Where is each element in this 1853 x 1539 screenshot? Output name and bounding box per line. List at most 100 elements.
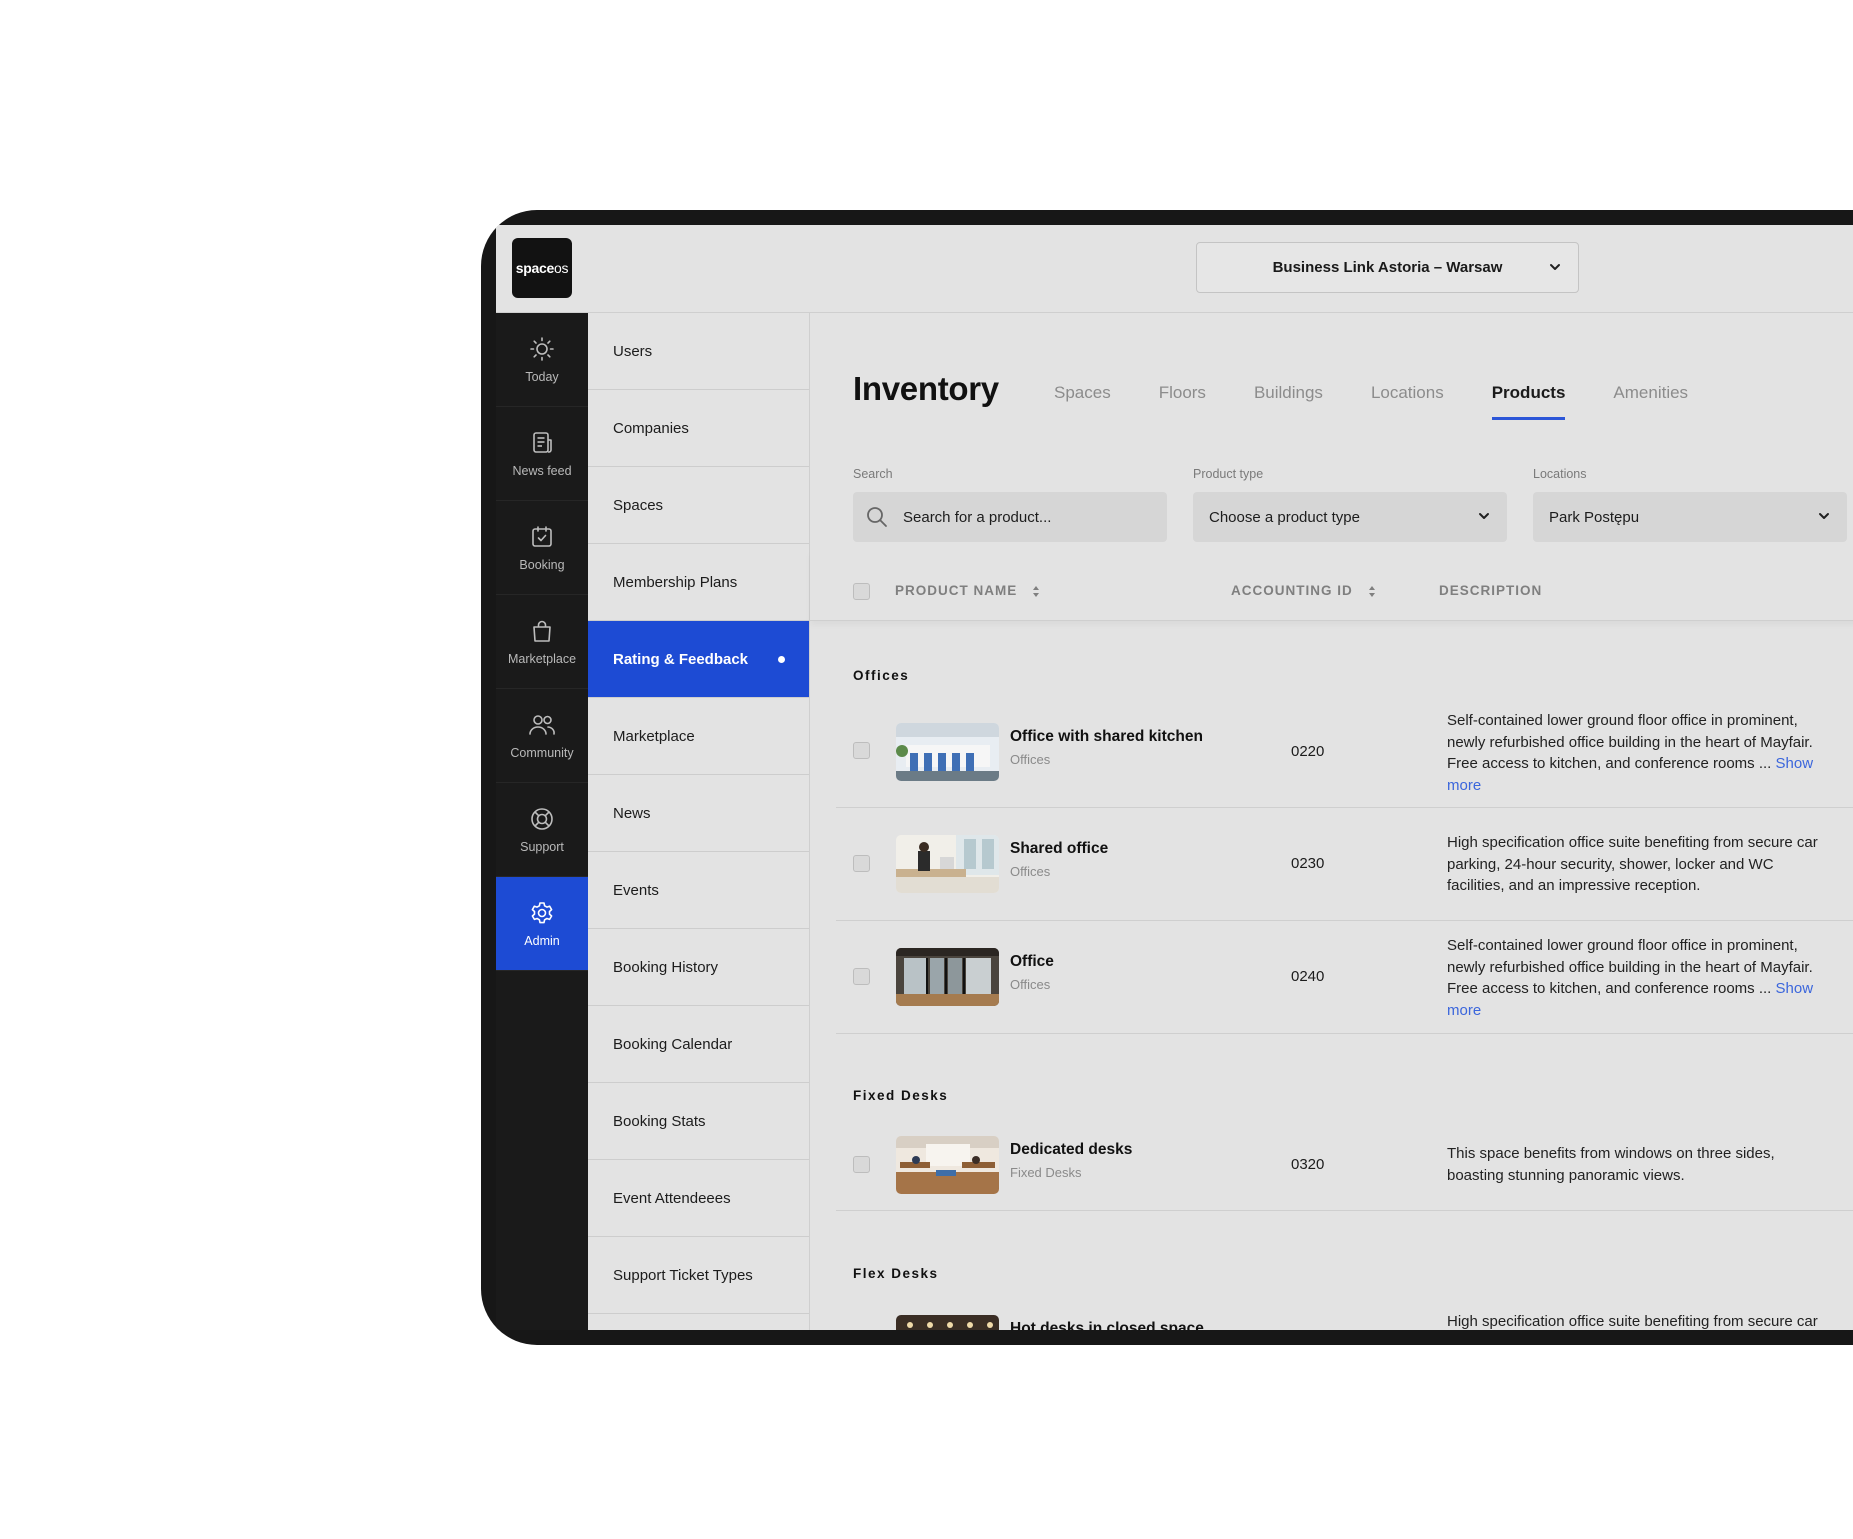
product-thumbnail <box>896 1315 999 1330</box>
sort-icon <box>1368 585 1375 597</box>
product-description: High specification office suite benefiti… <box>1447 1311 1832 1330</box>
subnav-item-booking-calendar[interactable]: Booking Calendar <box>588 1006 809 1083</box>
users-icon <box>529 714 555 735</box>
subnav-item-label: Event Attendeees <box>613 1189 731 1207</box>
tab-locations[interactable]: Locations <box>1371 383 1444 420</box>
table-header: PRODUCT NAME ACCOUNTING ID DESCRIPTION <box>810 551 1853 621</box>
search-input[interactable]: Search for a product... <box>853 492 1167 542</box>
product-name[interactable]: Office <box>1010 953 1054 971</box>
rail-item-support[interactable]: Support <box>496 783 588 877</box>
subnav-item-support-ticket-types[interactable]: Support Ticket Types <box>588 1237 809 1314</box>
subnav-item-companies[interactable]: Companies <box>588 390 809 467</box>
description-text: High specification office suite benefiti… <box>1447 1313 1818 1330</box>
sun-icon <box>530 336 554 361</box>
icon-rail: Today News feed Booking Marketplace Comm… <box>496 313 588 1330</box>
sort-icon <box>1033 585 1040 597</box>
subnav-item-users[interactable]: Users <box>588 313 809 390</box>
product-name[interactable]: Shared office <box>1010 840 1108 858</box>
product-category: Offices <box>1010 752 1051 767</box>
tab-buildings[interactable]: Buildings <box>1254 383 1323 420</box>
product-description: Self-contained lower ground floor office… <box>1447 710 1832 796</box>
row-checkbox[interactable] <box>853 968 870 985</box>
row-checkbox[interactable] <box>853 855 870 872</box>
product-thumbnail <box>896 948 999 1006</box>
tab-spaces[interactable]: Spaces <box>1054 383 1111 420</box>
inventory-tabs: Spaces Floors Buildings Locations Produc… <box>1054 383 1736 420</box>
subnav-item-news[interactable]: News <box>588 775 809 852</box>
locations-label: Locations <box>1533 467 1587 481</box>
rail-item-admin[interactable]: Admin <box>496 877 588 971</box>
subnav-item-marketplace[interactable]: Marketplace <box>588 698 809 775</box>
rail-item-marketplace[interactable]: Marketplace <box>496 595 588 689</box>
subnav-item-label: Support Ticket Types <box>613 1266 753 1284</box>
product-name[interactable]: Hot desks in closed space <box>1010 1320 1204 1330</box>
subnav-item-label: Marketplace <box>613 727 695 745</box>
chevron-down-icon <box>1550 264 1560 270</box>
table-row[interactable]: Office with shared kitchen Offices 0220 … <box>836 695 1853 808</box>
tab-amenities[interactable]: Amenities <box>1613 383 1688 420</box>
column-header-label: PRODUCT NAME <box>895 583 1018 598</box>
subnav-item-event-attendees[interactable]: Event Attendeees <box>588 1160 809 1237</box>
subnav-item-booking-stats[interactable]: Booking Stats <box>588 1083 809 1160</box>
calendar-check-icon <box>532 525 552 547</box>
rail-item-label: Booking <box>519 557 565 572</box>
location-selector-value: Business Link Astoria – Warsaw <box>1272 259 1503 276</box>
top-bar: space os Business Link Astoria – Warsaw <box>496 225 1853 313</box>
rail-item-label: Support <box>520 839 564 854</box>
gear-icon <box>531 901 553 923</box>
subnav-item-spaces[interactable]: Spaces <box>588 467 809 544</box>
rail-item-booking[interactable]: Booking <box>496 501 588 595</box>
column-accounting-id[interactable]: ACCOUNTING ID <box>1231 583 1376 598</box>
search-label: Search <box>853 467 893 481</box>
app-logo[interactable]: space os <box>512 238 572 298</box>
product-type-label: Product type <box>1193 467 1264 481</box>
product-thumbnail <box>896 835 999 893</box>
logo-text-light: os <box>554 260 569 276</box>
locations-value: Park Postępu <box>1549 508 1640 526</box>
table-row[interactable]: Dedicated desks Fixed Desks 0320 This sp… <box>836 1111 1853 1211</box>
table-row[interactable]: Shared office Offices 0230 High specific… <box>836 808 1853 921</box>
product-type-select[interactable]: Choose a product type <box>1193 492 1507 542</box>
description-text: This space benefits from windows on thre… <box>1447 1145 1775 1184</box>
column-header-label: ACCOUNTING ID <box>1231 583 1353 598</box>
product-name[interactable]: Office with shared kitchen <box>1010 728 1203 746</box>
product-category: Offices <box>1010 864 1051 879</box>
row-checkbox[interactable] <box>853 742 870 759</box>
row-checkbox[interactable] <box>853 1156 870 1173</box>
rail-item-today[interactable]: Today <box>496 313 588 407</box>
accounting-id: 0230 <box>1291 855 1325 872</box>
subnav-item-label: Booking Calendar <box>613 1035 733 1053</box>
product-category: Fixed Desks <box>1010 1165 1082 1180</box>
shopping-bag-icon <box>533 620 551 642</box>
select-all-checkbox[interactable] <box>853 583 870 600</box>
subnav-item-label: Companies <box>613 419 689 437</box>
product-description: High specification office suite benefiti… <box>1447 832 1832 897</box>
subnav-item-label: Booking History <box>613 958 719 976</box>
subnav-item-label: Booking Stats <box>613 1112 706 1130</box>
locations-select[interactable]: Park Postępu <box>1533 492 1847 542</box>
subnav-item-label: News <box>613 804 651 822</box>
table-row[interactable]: Office Offices 0240 Self-contained lower… <box>836 921 1853 1034</box>
subnav-item-rating-feedback[interactable]: Rating & Feedback <box>588 621 809 698</box>
tab-products[interactable]: Products <box>1491 383 1566 420</box>
subnav-item-label: Spaces <box>613 496 664 514</box>
product-description: Self-contained lower ground floor office… <box>1447 935 1832 1021</box>
tab-floors[interactable]: Floors <box>1159 383 1206 420</box>
tablet-frame: space os Business Link Astoria – Warsaw T… <box>481 210 1853 1345</box>
product-name[interactable]: Dedicated desks <box>1010 1141 1132 1159</box>
app-screen: space os Business Link Astoria – Warsaw T… <box>496 225 1853 1330</box>
newspaper-icon <box>533 431 552 453</box>
subnav-item-events[interactable]: Events <box>588 852 809 929</box>
column-product-name[interactable]: PRODUCT NAME <box>895 583 1040 598</box>
rail-item-label: News feed <box>512 463 572 478</box>
product-thumbnail <box>896 723 999 781</box>
table-row[interactable]: Hot desks in closed space 0420 High spec… <box>836 1289 1853 1330</box>
rail-item-news-feed[interactable]: News feed <box>496 407 588 501</box>
subnav-item-membership-plans[interactable]: Membership Plans <box>588 544 809 621</box>
subnav-item-booking-history[interactable]: Booking History <box>588 929 809 1006</box>
subnav-item-label: Membership Plans <box>613 573 738 591</box>
chevron-down-icon <box>1819 513 1829 519</box>
location-selector[interactable]: Business Link Astoria – Warsaw <box>1196 242 1579 293</box>
rail-item-community[interactable]: Community <box>496 689 588 783</box>
rail-item-label: Today <box>525 369 559 384</box>
